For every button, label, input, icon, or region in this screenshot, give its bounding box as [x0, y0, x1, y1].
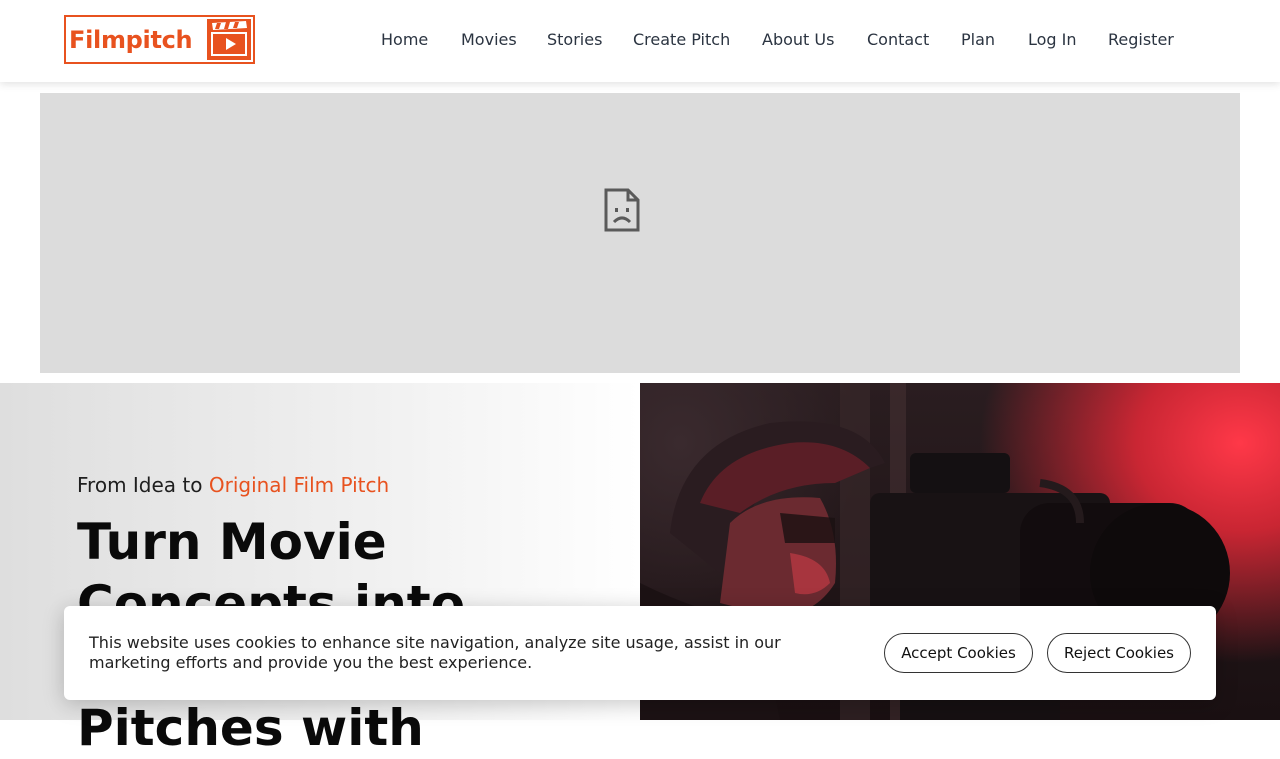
- nav-about-us[interactable]: About Us: [762, 30, 834, 49]
- hero-tagline: From Idea to Original Film Pitch: [77, 473, 389, 497]
- tagline-accent: Original Film Pitch: [208, 473, 390, 497]
- reject-cookies-button[interactable]: Reject Cookies: [1047, 633, 1191, 673]
- broken-image-icon: [604, 188, 640, 232]
- nav-register[interactable]: Register: [1108, 30, 1174, 49]
- cookie-consent-banner: This website uses cookies to enhance sit…: [64, 606, 1216, 700]
- main-nav: Home Movies Stories Create Pitch About U…: [0, 30, 1280, 54]
- nav-contact[interactable]: Contact: [867, 30, 929, 49]
- banner-image-placeholder: [40, 93, 1240, 373]
- nav-create-pitch[interactable]: Create Pitch: [633, 30, 730, 49]
- accept-cookies-button[interactable]: Accept Cookies: [884, 633, 1033, 673]
- nav-stories[interactable]: Stories: [547, 30, 602, 49]
- nav-home[interactable]: Home: [381, 30, 428, 49]
- site-header: Filmpitch Home Movies Stories Create Pit…: [0, 0, 1280, 82]
- cookie-message: This website uses cookies to enhance sit…: [89, 633, 781, 672]
- nav-log-in[interactable]: Log In: [1028, 30, 1077, 49]
- nav-movies[interactable]: Movies: [461, 30, 517, 49]
- nav-plan[interactable]: Plan: [961, 30, 995, 49]
- tagline-prefix: From Idea to: [77, 473, 209, 497]
